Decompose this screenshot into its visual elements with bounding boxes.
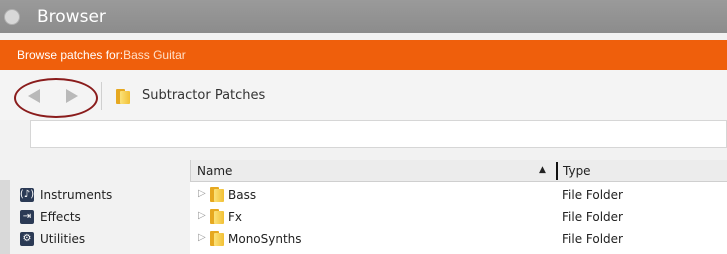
instruments-icon: (♪) [19, 188, 35, 202]
forward-arrow-icon [66, 89, 78, 103]
folder-icon [210, 231, 224, 246]
row-type: File Folder [562, 210, 623, 224]
back-button[interactable] [26, 88, 42, 104]
context-current: Bass Guitar [123, 48, 186, 62]
column-header-name[interactable]: Name [197, 164, 232, 178]
row-name: MonoSynths [228, 232, 302, 246]
search-input[interactable] [31, 121, 726, 147]
utilities-icon: ⚙ [20, 232, 34, 246]
back-arrow-icon [28, 89, 40, 103]
expand-arrow-icon[interactable]: ▷ [198, 188, 206, 199]
column-header-type[interactable]: Type [563, 164, 591, 178]
expand-arrow-icon[interactable]: ▷ [198, 232, 206, 243]
folder-icon [116, 89, 130, 104]
current-path[interactable]: Subtractor Patches [142, 88, 265, 103]
row-type: File Folder [562, 232, 623, 246]
folder-icon [210, 209, 224, 224]
nav-divider [101, 82, 102, 110]
row-name: Bass [228, 188, 257, 202]
column-resize-handle[interactable] [556, 162, 558, 180]
navigation-bar: Subtractor Patches [0, 70, 727, 120]
sort-ascending-icon[interactable]: ▲ [539, 165, 546, 175]
table-row[interactable]: ▷ MonoSynths File Folder [190, 228, 727, 250]
table-row[interactable]: ▷ Fx File Folder [190, 206, 727, 228]
sidebar-item-instruments[interactable]: (♪) Instruments [20, 185, 112, 205]
row-type: File Folder [562, 188, 623, 202]
sidebar-item-effects[interactable]: ⇥ Effects [20, 207, 81, 227]
file-list: Name ▲ Type ▷ Bass File Folder ▷ Fx File… [190, 160, 727, 254]
window-status-icon[interactable] [4, 8, 20, 25]
sidebar-item-label: Utilities [40, 232, 86, 246]
folder-icon [210, 187, 224, 202]
row-name: Fx [228, 210, 243, 224]
table-row[interactable]: ▷ Bass File Folder [190, 184, 727, 206]
effects-icon: ⇥ [20, 210, 34, 224]
sidebar-strip [0, 180, 10, 254]
category-sidebar: (♪) Instruments ⇥ Effects ⚙ Utilities [0, 160, 190, 254]
sidebar-item-utilities[interactable]: ⚙ Utilities [20, 229, 85, 249]
expand-arrow-icon[interactable]: ▷ [198, 210, 206, 221]
title-bar: Browser [0, 0, 727, 33]
sidebar-item-label: Instruments [40, 188, 113, 202]
forward-button[interactable] [64, 88, 80, 104]
context-prefix: Browse patches for: [17, 48, 124, 62]
search-field[interactable] [30, 120, 727, 148]
window-title: Browser [37, 6, 106, 27]
context-bar: Browse patches for: Bass Guitar [0, 40, 727, 70]
sidebar-item-label: Effects [40, 210, 81, 224]
table-header: Name ▲ Type [190, 160, 727, 182]
